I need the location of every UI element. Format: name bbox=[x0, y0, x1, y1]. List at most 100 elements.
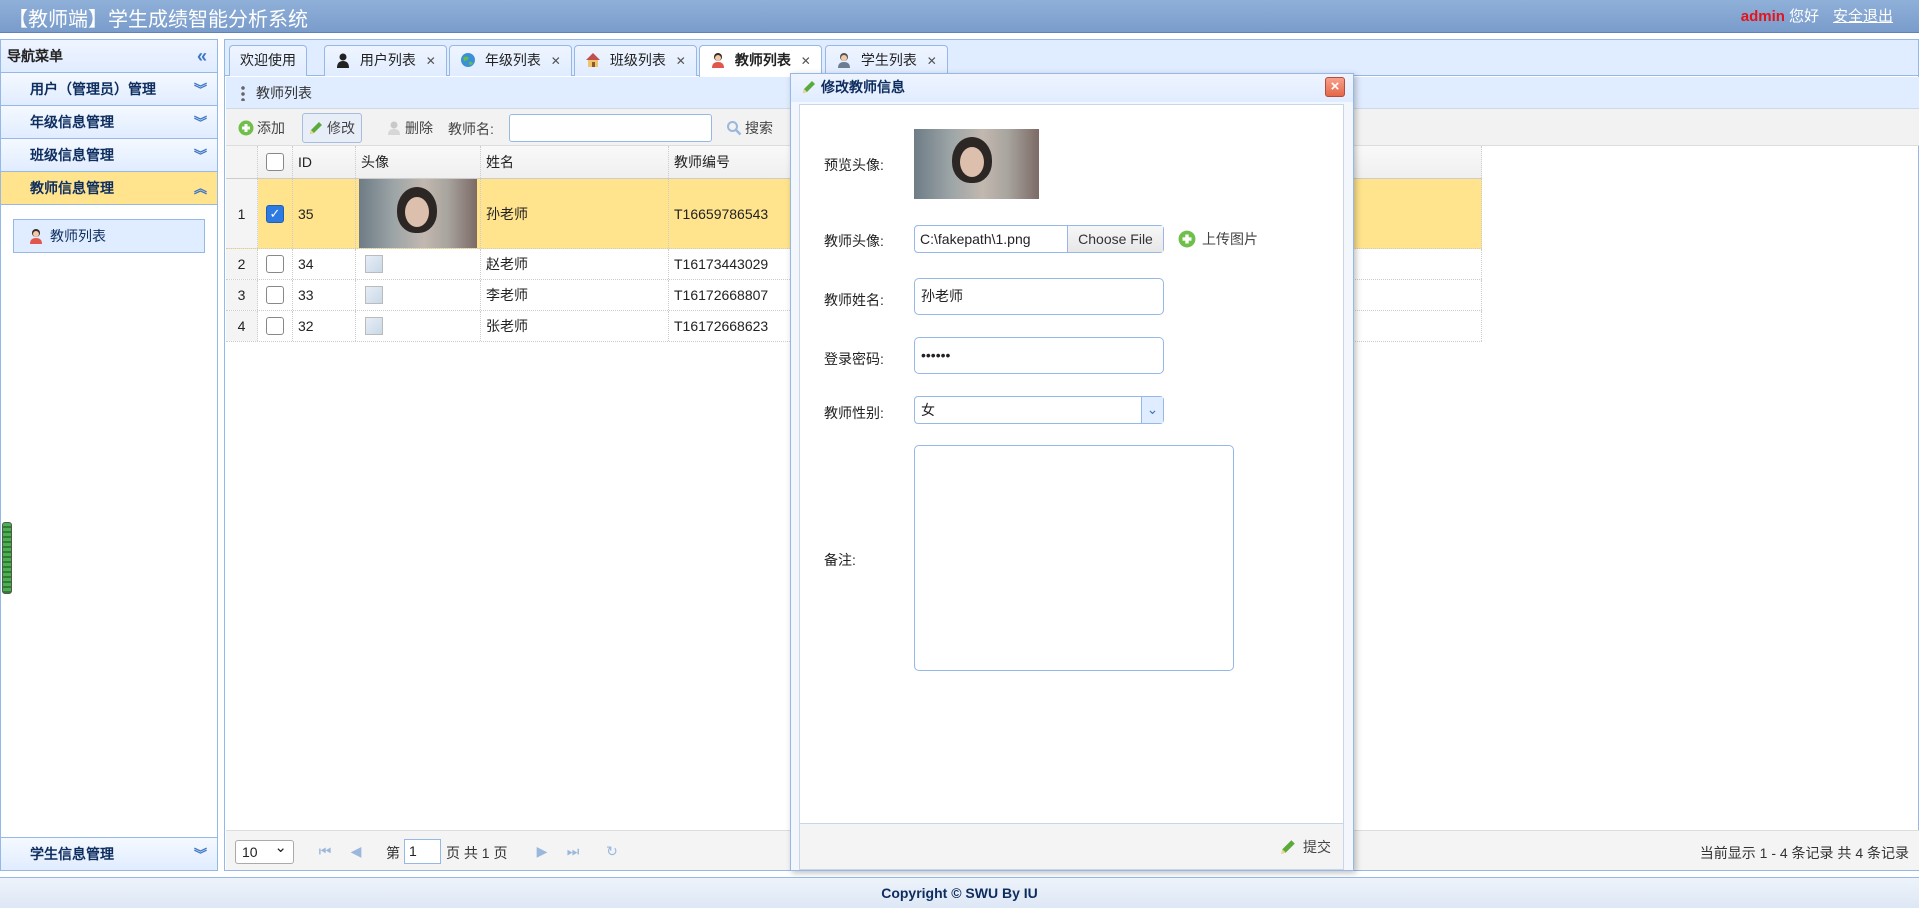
refresh-icon[interactable]: ↻ bbox=[601, 840, 623, 862]
teacher-name-input[interactable]: 孙老师 bbox=[914, 278, 1164, 315]
add-button[interactable]: 添加 bbox=[232, 113, 292, 143]
cell-name: 张老师 bbox=[481, 311, 669, 341]
cell-name: 孙老师 bbox=[481, 179, 669, 248]
delete-button[interactable]: 删除 bbox=[380, 113, 440, 143]
chevron-down-icon[interactable]: ︾ bbox=[194, 139, 207, 172]
edit-button[interactable]: 修改 bbox=[302, 113, 362, 143]
sidebar-item-teacher-list[interactable]: 教师列表 bbox=[13, 219, 205, 253]
row-number: 4 bbox=[226, 311, 258, 341]
search-input[interactable] bbox=[509, 114, 712, 142]
row-checkbox[interactable] bbox=[266, 317, 284, 335]
cell-id: 32 bbox=[293, 311, 356, 341]
sidebar-section-class[interactable]: 班级信息管理 ︾ bbox=[1, 139, 217, 172]
logout-link[interactable]: 安全退出 bbox=[1833, 8, 1893, 25]
sidebar-section-label: 教师信息管理 bbox=[30, 180, 114, 196]
chevron-up-icon[interactable]: ︽ bbox=[194, 172, 207, 205]
next-page-icon[interactable]: ▶ bbox=[531, 840, 553, 862]
close-icon[interactable]: ✕ bbox=[801, 54, 811, 68]
gender-select[interactable]: 女 ⌄ bbox=[914, 396, 1164, 424]
avatar-preview-image bbox=[914, 129, 1039, 199]
search-button[interactable]: 搜索 bbox=[720, 113, 780, 143]
sidebar-header: 导航菜单 « bbox=[1, 40, 217, 73]
close-icon[interactable]: ✕ bbox=[551, 54, 561, 68]
chevron-down-icon[interactable]: ︾ bbox=[194, 838, 207, 871]
button-label: 删除 bbox=[405, 120, 433, 136]
remark-label: 备注: bbox=[824, 552, 856, 568]
row-number: 2 bbox=[226, 249, 258, 279]
sidebar-section-grade[interactable]: 年级信息管理 ︾ bbox=[1, 106, 217, 139]
page-size-select[interactable]: 10 bbox=[235, 837, 294, 864]
row-number: 3 bbox=[226, 280, 258, 310]
sidebar-section-label: 学生信息管理 bbox=[30, 846, 114, 862]
tab-class-list[interactable]: 班级列表 ✕ bbox=[574, 45, 697, 76]
last-page-icon[interactable]: ⏭ bbox=[562, 840, 584, 862]
chevron-down-icon[interactable]: ︾ bbox=[194, 106, 207, 139]
password-input[interactable]: •••••• bbox=[914, 337, 1164, 374]
row-checkbox-cell: ✓ bbox=[258, 179, 293, 248]
tab-welcome[interactable]: 欢迎使用 bbox=[229, 45, 307, 76]
choose-file-button[interactable]: Choose File bbox=[1067, 226, 1163, 252]
sidebar-title: 导航菜单 bbox=[7, 48, 63, 64]
close-icon[interactable]: ✕ bbox=[426, 54, 436, 68]
tab-label: 年级列表 bbox=[484, 52, 541, 68]
sidebar-section-student[interactable]: 学生信息管理 ︾ bbox=[1, 837, 217, 870]
pencil-icon bbox=[310, 122, 322, 134]
broken-image-icon bbox=[365, 255, 383, 273]
pencil-icon bbox=[803, 81, 815, 93]
globe-icon bbox=[461, 53, 475, 67]
plus-icon bbox=[238, 120, 254, 136]
upload-image-button[interactable]: 上传图片 bbox=[1178, 229, 1258, 249]
row-number: 1 bbox=[226, 179, 258, 248]
username: admin bbox=[1740, 8, 1785, 25]
dialog-header: 修改教师信息 × bbox=[791, 74, 1353, 102]
edit-teacher-dialog: 修改教师信息 × 预览头像: 教师头像: C:\fakepath\1.png C… bbox=[790, 73, 1354, 871]
tab-grade-list[interactable]: 年级列表 ✕ bbox=[449, 45, 572, 76]
student-icon bbox=[838, 53, 850, 68]
chevron-down-icon[interactable]: ︾ bbox=[194, 73, 207, 106]
button-label: 提交 bbox=[1303, 839, 1331, 855]
rownum-header bbox=[226, 146, 258, 178]
row-checkbox[interactable]: ✓ bbox=[266, 204, 284, 223]
column-header-name[interactable]: 姓名 bbox=[481, 146, 669, 178]
page-info: 当前显示 1 - 4 条记录 共 4 条记录 bbox=[1699, 845, 1909, 861]
gender-value: 女 bbox=[921, 402, 935, 418]
close-icon[interactable]: ✕ bbox=[676, 54, 686, 68]
sidebar-section-user[interactable]: 用户（管理员）管理 ︾ bbox=[1, 73, 217, 106]
cell-avatar bbox=[356, 311, 481, 341]
tab-label: 班级列表 bbox=[609, 52, 666, 68]
select-all-cell bbox=[258, 146, 293, 178]
greeting: 您好 bbox=[1788, 8, 1819, 25]
cell-id: 33 bbox=[293, 280, 356, 310]
close-icon[interactable]: ✕ bbox=[927, 54, 937, 68]
prev-page-icon[interactable]: ◀ bbox=[345, 840, 367, 862]
tab-label: 用户列表 bbox=[359, 52, 416, 68]
close-dialog-button[interactable]: × bbox=[1325, 77, 1345, 97]
menu-dots-icon[interactable] bbox=[241, 85, 245, 101]
avatar-file-input[interactable]: C:\fakepath\1.png Choose File bbox=[914, 225, 1164, 253]
plus-icon bbox=[1178, 230, 1196, 248]
collapse-sidebar-icon[interactable]: « bbox=[197, 40, 207, 73]
chevron-down-icon[interactable]: ⌄ bbox=[1141, 397, 1163, 423]
column-header-id[interactable]: ID bbox=[293, 146, 356, 178]
row-checkbox[interactable] bbox=[266, 255, 284, 273]
tab-label: 欢迎使用 bbox=[240, 52, 296, 68]
tab-label: 学生列表 bbox=[860, 52, 917, 68]
first-page-icon[interactable]: ⏮ bbox=[314, 840, 336, 862]
select-all-checkbox[interactable] bbox=[266, 153, 284, 171]
file-path: C:\fakepath\1.png bbox=[920, 231, 1031, 247]
sidebar-section-teacher[interactable]: 教师信息管理 ︽ bbox=[1, 172, 217, 205]
drag-handle[interactable] bbox=[2, 522, 12, 594]
cell-avatar bbox=[356, 249, 481, 279]
submit-button[interactable]: 提交 bbox=[1279, 837, 1331, 857]
row-checkbox[interactable] bbox=[266, 286, 284, 304]
button-label: 上传图片 bbox=[1202, 231, 1258, 247]
page-prefix: 第 bbox=[386, 845, 400, 861]
column-header-avatar[interactable]: 头像 bbox=[356, 146, 481, 178]
footer: Copyright © SWU By IU bbox=[0, 877, 1919, 908]
avatar-label: 教师头像: bbox=[824, 233, 884, 249]
page-number-input[interactable]: 1 bbox=[404, 839, 441, 864]
copyright-text: Copyright © SWU By IU bbox=[881, 885, 1038, 901]
remark-textarea[interactable] bbox=[914, 445, 1234, 671]
tab-user-list[interactable]: 用户列表 ✕ bbox=[324, 45, 447, 76]
tab-student-list[interactable]: 学生列表 ✕ bbox=[825, 45, 948, 76]
